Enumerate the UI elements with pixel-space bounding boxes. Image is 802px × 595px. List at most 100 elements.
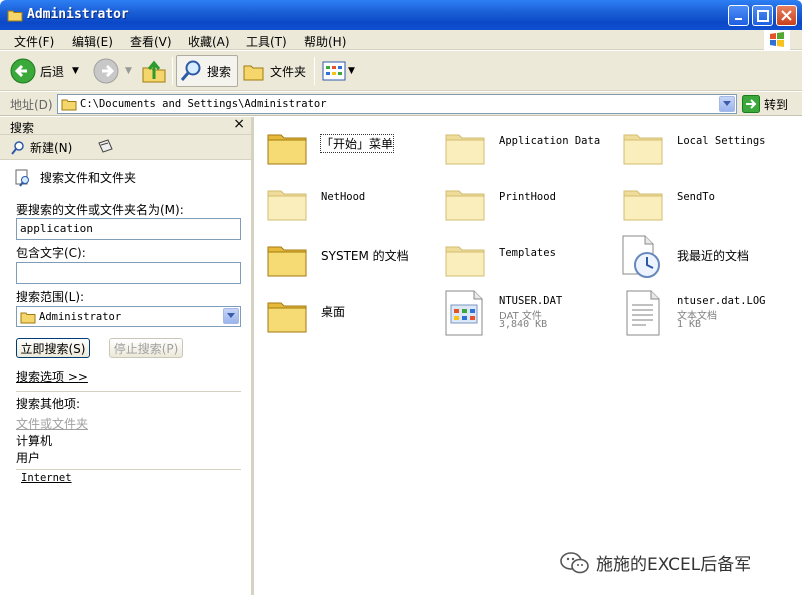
- search-now-button[interactable]: 立即搜索(S): [16, 338, 90, 358]
- file-name: Application Data: [499, 135, 601, 147]
- menu-tools[interactable]: 工具(T): [246, 33, 287, 50]
- address-path: C:\Documents and Settings\Administrator: [80, 98, 327, 110]
- folder-icon: [61, 99, 77, 111]
- look-in-select[interactable]: Administrator: [16, 306, 241, 327]
- chevron-down-icon: [723, 101, 731, 106]
- maximize-icon: [756, 9, 769, 22]
- folder-icon: [445, 134, 485, 165]
- list-item[interactable]: Templates: [443, 237, 613, 285]
- file-name: NetHood: [321, 191, 366, 203]
- search-pane-toolbar: 新建(N): [0, 134, 251, 160]
- folder-icon: [20, 312, 36, 324]
- watermark-text: 施施的EXCEL后备军: [596, 555, 752, 575]
- forward-arrow-icon: [93, 58, 119, 84]
- list-item[interactable]: PrintHood: [443, 181, 613, 229]
- folder-icon: [623, 134, 663, 165]
- minimize-icon: [734, 17, 742, 20]
- list-item[interactable]: 「开始」菜单: [265, 125, 435, 173]
- file-name: NTUSER.DAT: [499, 295, 563, 307]
- list-item[interactable]: SendTo: [621, 181, 791, 229]
- search-button[interactable]: 搜索: [176, 55, 238, 87]
- file-list: 「开始」菜单 Application Data Local Settings N…: [257, 117, 802, 595]
- go-button[interactable]: 转到: [742, 95, 788, 113]
- list-item[interactable]: NetHood: [265, 181, 435, 229]
- look-in-value: Administrator: [39, 311, 122, 323]
- list-item[interactable]: 桌面: [265, 293, 435, 341]
- folder-icon: [267, 190, 307, 221]
- folder-icon: [267, 302, 307, 333]
- folder-icon: [623, 190, 663, 221]
- title-bar[interactable]: Administrator: [0, 0, 802, 30]
- back-dropdown-icon[interactable]: ▼: [72, 66, 79, 76]
- file-name: PrintHood: [499, 191, 556, 203]
- recent-documents-icon: [622, 235, 660, 278]
- other-users-link[interactable]: 用户: [16, 449, 40, 466]
- forward-dropdown-icon[interactable]: ▼: [125, 66, 132, 76]
- views-dropdown-icon[interactable]: ▼: [348, 66, 355, 76]
- file-size: 3,840 KB: [499, 319, 548, 330]
- address-dropdown-button[interactable]: [719, 96, 735, 112]
- minimize-button[interactable]: [728, 5, 749, 26]
- go-arrow-icon: [742, 95, 760, 113]
- list-item[interactable]: ntuser.dat.LOG 文本文档 1 KB: [621, 289, 791, 341]
- contains-text-label: 包含文字(C):: [16, 246, 86, 260]
- search-files-icon: [15, 169, 29, 187]
- text-file-icon: [626, 290, 660, 336]
- folder-icon: [7, 8, 23, 25]
- menu-view[interactable]: 查看(V): [130, 33, 172, 50]
- maximize-button[interactable]: [752, 5, 773, 26]
- go-label: 转到: [764, 97, 789, 112]
- back-button[interactable]: 后退 ▼: [10, 55, 79, 87]
- back-arrow-icon: [10, 58, 36, 84]
- forward-button[interactable]: ▼: [93, 55, 132, 87]
- views-button[interactable]: ▼: [322, 55, 355, 87]
- folder-icon: [267, 134, 307, 165]
- close-button[interactable]: [776, 5, 797, 26]
- file-name: 我最近的文档: [677, 249, 750, 263]
- search-other-label: 搜索其他项:: [16, 397, 81, 411]
- look-in-label: 搜索范围(L):: [16, 290, 85, 304]
- internet-link[interactable]: Internet: [16, 472, 72, 484]
- up-folder-button[interactable]: [140, 55, 168, 87]
- windows-logo-icon: [764, 30, 790, 50]
- toolbar: 后退 ▼ ▼ 搜索 文件夹 ▼: [0, 51, 802, 91]
- folder-icon: [445, 190, 485, 221]
- new-search-label: 新建(N): [30, 141, 73, 155]
- list-item[interactable]: Local Settings: [621, 125, 791, 173]
- file-name: 「开始」菜单: [319, 134, 395, 153]
- list-item[interactable]: NTUSER.DAT DAT 文件 3,840 KB: [443, 289, 613, 341]
- list-item[interactable]: 我最近的文档: [617, 233, 787, 281]
- list-item[interactable]: SYSTEM 的文档: [265, 237, 435, 285]
- look-in-dropdown-button[interactable]: [223, 308, 239, 324]
- close-pane-icon[interactable]: ×: [233, 116, 245, 132]
- other-files-folders-link[interactable]: 文件或文件夹: [16, 415, 88, 432]
- search-label: 搜索: [207, 64, 232, 79]
- contains-text-input[interactable]: [16, 262, 241, 284]
- new-search-button[interactable]: 新建(N): [10, 139, 72, 156]
- search-options-link[interactable]: 搜索选项 >>: [16, 368, 88, 385]
- list-item[interactable]: Application Data: [443, 125, 613, 173]
- folders-label: 文件夹: [270, 64, 307, 79]
- menu-favorites[interactable]: 收藏(A): [188, 33, 230, 50]
- file-name: Templates: [499, 247, 556, 259]
- notebook-icon[interactable]: [96, 139, 114, 158]
- other-computer-link[interactable]: 计算机: [16, 432, 52, 449]
- address-label: 地址(D): [10, 98, 53, 112]
- menu-file[interactable]: 文件(F): [14, 33, 54, 50]
- close-icon: [781, 10, 792, 21]
- file-size: 1 KB: [677, 319, 702, 330]
- filename-input[interactable]: application: [16, 218, 241, 240]
- up-folder-icon: [142, 60, 166, 83]
- new-search-icon: [11, 140, 24, 155]
- menu-help[interactable]: 帮助(H): [304, 33, 346, 50]
- search-pane-header: 搜索 ×: [0, 116, 251, 135]
- file-name: ntuser.dat.LOG: [677, 295, 766, 307]
- folders-button[interactable]: 文件夹: [242, 55, 306, 87]
- filename-label: 要搜索的文件或文件夹名为(M):: [16, 203, 184, 217]
- search-files-heading: 搜索文件和文件夹: [40, 171, 137, 185]
- window-title: Administrator: [27, 7, 129, 22]
- stop-search-button[interactable]: 停止搜索(P): [109, 338, 183, 358]
- chevron-down-icon: [227, 313, 235, 318]
- address-input[interactable]: C:\Documents and Settings\Administrator: [57, 94, 737, 114]
- menu-edit[interactable]: 编辑(E): [72, 33, 113, 50]
